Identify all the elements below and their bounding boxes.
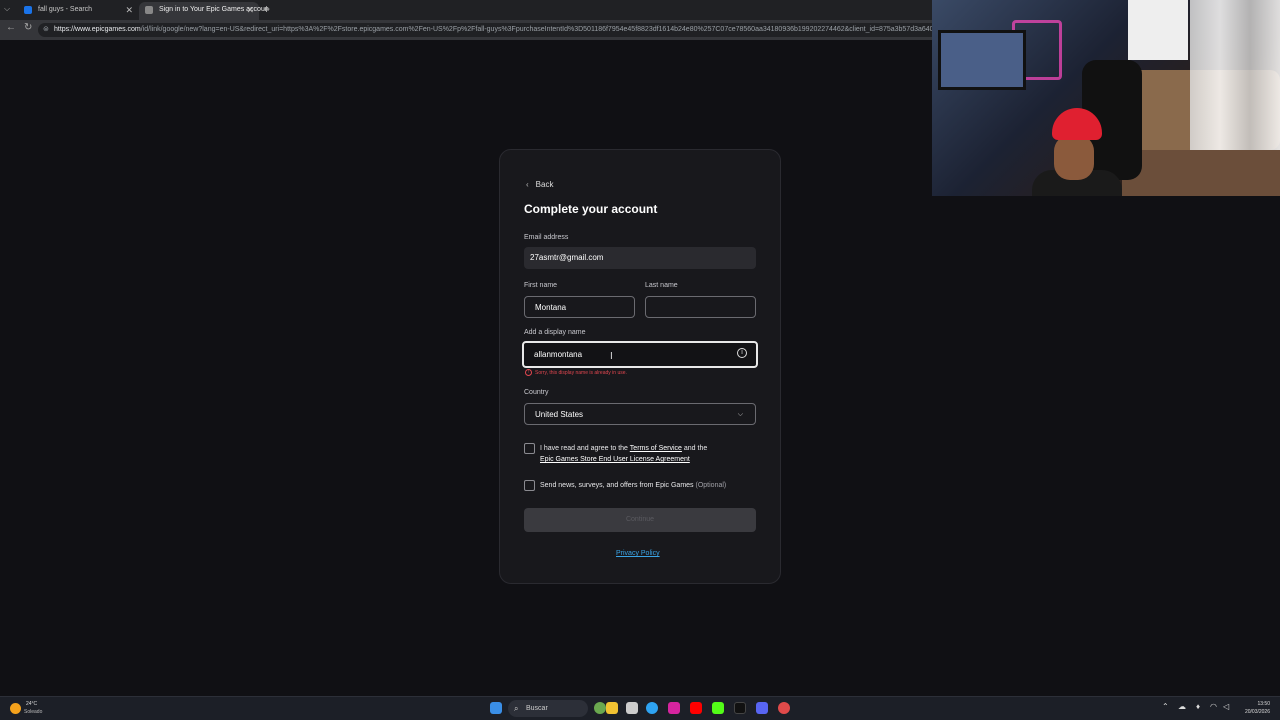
site-info-icon[interactable]: ⊜: [43, 23, 49, 37]
email-label: Email address: [524, 234, 569, 241]
first-name-label: First name: [524, 282, 558, 289]
country-value: United States: [535, 410, 584, 419]
terms-prefix: I have read and agree to the: [540, 445, 628, 452]
kick-icon[interactable]: [712, 702, 724, 714]
sun-icon: [10, 703, 21, 714]
text-cursor-icon: I: [610, 351, 613, 362]
display-name-error: ! Sorry, this display name is already in …: [525, 369, 627, 376]
tab-list-chevron-icon[interactable]: ⌵: [4, 4, 10, 14]
page-title: Complete your account: [524, 202, 658, 216]
tab-fall-guys-search[interactable]: fall guys - Search ✕: [18, 2, 138, 20]
search-icon: ⌕: [514, 704, 519, 713]
terms-text: I have read and agree to the Terms of Se…: [540, 443, 750, 465]
microphone-icon[interactable]: ♦: [1196, 702, 1200, 711]
close-tab-icon[interactable]: ✕: [246, 2, 254, 18]
webcam-window: [1128, 0, 1188, 60]
error-text: Sorry, this display name is already in u…: [535, 369, 627, 376]
continue-button[interactable]: Continue: [524, 508, 756, 532]
windows-start-icon[interactable]: [490, 702, 502, 714]
display-name-label: Add a display name: [524, 329, 586, 336]
temperature: 24°C: [26, 701, 38, 707]
windows-taskbar: 24°C Soleado ⌕ Buscar ⌃ ☁ ♦ ◠ ◁ 13:50 20…: [0, 696, 1280, 720]
webcam-floor: [1122, 150, 1280, 196]
back-link[interactable]: ‹ Back: [526, 180, 553, 189]
news-checkbox[interactable]: [524, 480, 535, 491]
task-view-icon[interactable]: [626, 702, 638, 714]
reload-icon[interactable]: ↻: [24, 22, 32, 33]
taskbar-search[interactable]: ⌕ Buscar: [508, 700, 588, 717]
chevron-left-icon: ‹: [526, 180, 529, 189]
youtube-icon[interactable]: [690, 702, 702, 714]
news-text: Send news, surveys, and offers from Epic…: [540, 480, 756, 491]
instagram-icon[interactable]: [668, 702, 680, 714]
tiktok-icon[interactable]: [734, 702, 746, 714]
taskbar-clock[interactable]: 13:50 20/03/2026: [1240, 700, 1270, 716]
back-label: Back: [535, 180, 554, 189]
chevron-down-icon: ⌵: [737, 411, 743, 418]
optional-label: (Optional): [695, 482, 727, 489]
display-name-field[interactable]: allanmontana I i: [522, 341, 758, 368]
webcam-overlay: [932, 0, 1280, 196]
volume-icon[interactable]: ◁: [1223, 702, 1229, 711]
widgets-icon[interactable]: [594, 702, 606, 714]
back-arrow-icon[interactable]: ←: [6, 22, 16, 33]
discord-icon[interactable]: [756, 702, 768, 714]
onedrive-icon[interactable]: ☁: [1178, 702, 1186, 711]
country-label: Country: [524, 389, 549, 396]
error-icon: !: [525, 369, 532, 376]
weather-condition: Soleado: [24, 709, 43, 715]
tab-epic-signin[interactable]: Sign in to Your Epic Games accoun ✕: [139, 2, 269, 20]
terms-checkbox[interactable]: [524, 443, 535, 454]
search-label: Buscar: [526, 705, 548, 712]
privacy-policy-link[interactable]: Privacy Policy: [616, 550, 660, 557]
last-name-field[interactable]: [645, 296, 756, 318]
bing-favicon-icon: [24, 6, 32, 14]
file-explorer-icon[interactable]: [606, 702, 618, 714]
last-name-label: Last name: [645, 282, 678, 289]
webcam-person-face: [1054, 135, 1094, 180]
email-field[interactable]: 27asmtr@gmail.com: [524, 247, 756, 269]
terms-of-service-link[interactable]: Terms of Service: [630, 445, 682, 452]
country-select[interactable]: United States ⌵: [524, 403, 756, 425]
close-tab-icon[interactable]: ✕: [125, 2, 133, 18]
eula-link[interactable]: Epic Games Store End User License Agreem…: [540, 456, 690, 463]
tray-chevron-up-icon[interactable]: ⌃: [1162, 702, 1169, 711]
news-label: Send news, surveys, and offers from Epic…: [540, 482, 694, 489]
date: 20/03/2026: [1244, 709, 1270, 715]
webcam-monitor: [938, 30, 1026, 90]
new-tab-plus-icon[interactable]: +: [263, 2, 270, 16]
url-domain: https://www.epicgames.com: [54, 26, 141, 33]
edge-icon[interactable]: [646, 702, 658, 714]
url-field[interactable]: ⊜ https://www.epicgames.com/id/link/goog…: [38, 23, 938, 37]
chrome-icon[interactable]: [778, 702, 790, 714]
terms-and: and the: [683, 445, 708, 452]
info-icon[interactable]: i: [737, 348, 747, 358]
epic-favicon-icon: [145, 6, 153, 14]
display-name-value: allanmontana: [534, 350, 583, 359]
url-path: /id/link/google/new?lang=en-US&redirect_…: [140, 26, 938, 33]
first-name-field[interactable]: Montana: [524, 296, 635, 318]
tab-label: fall guys - Search: [38, 6, 93, 13]
time: 13:50: [1257, 701, 1270, 707]
wifi-icon[interactable]: ◠: [1210, 702, 1217, 711]
